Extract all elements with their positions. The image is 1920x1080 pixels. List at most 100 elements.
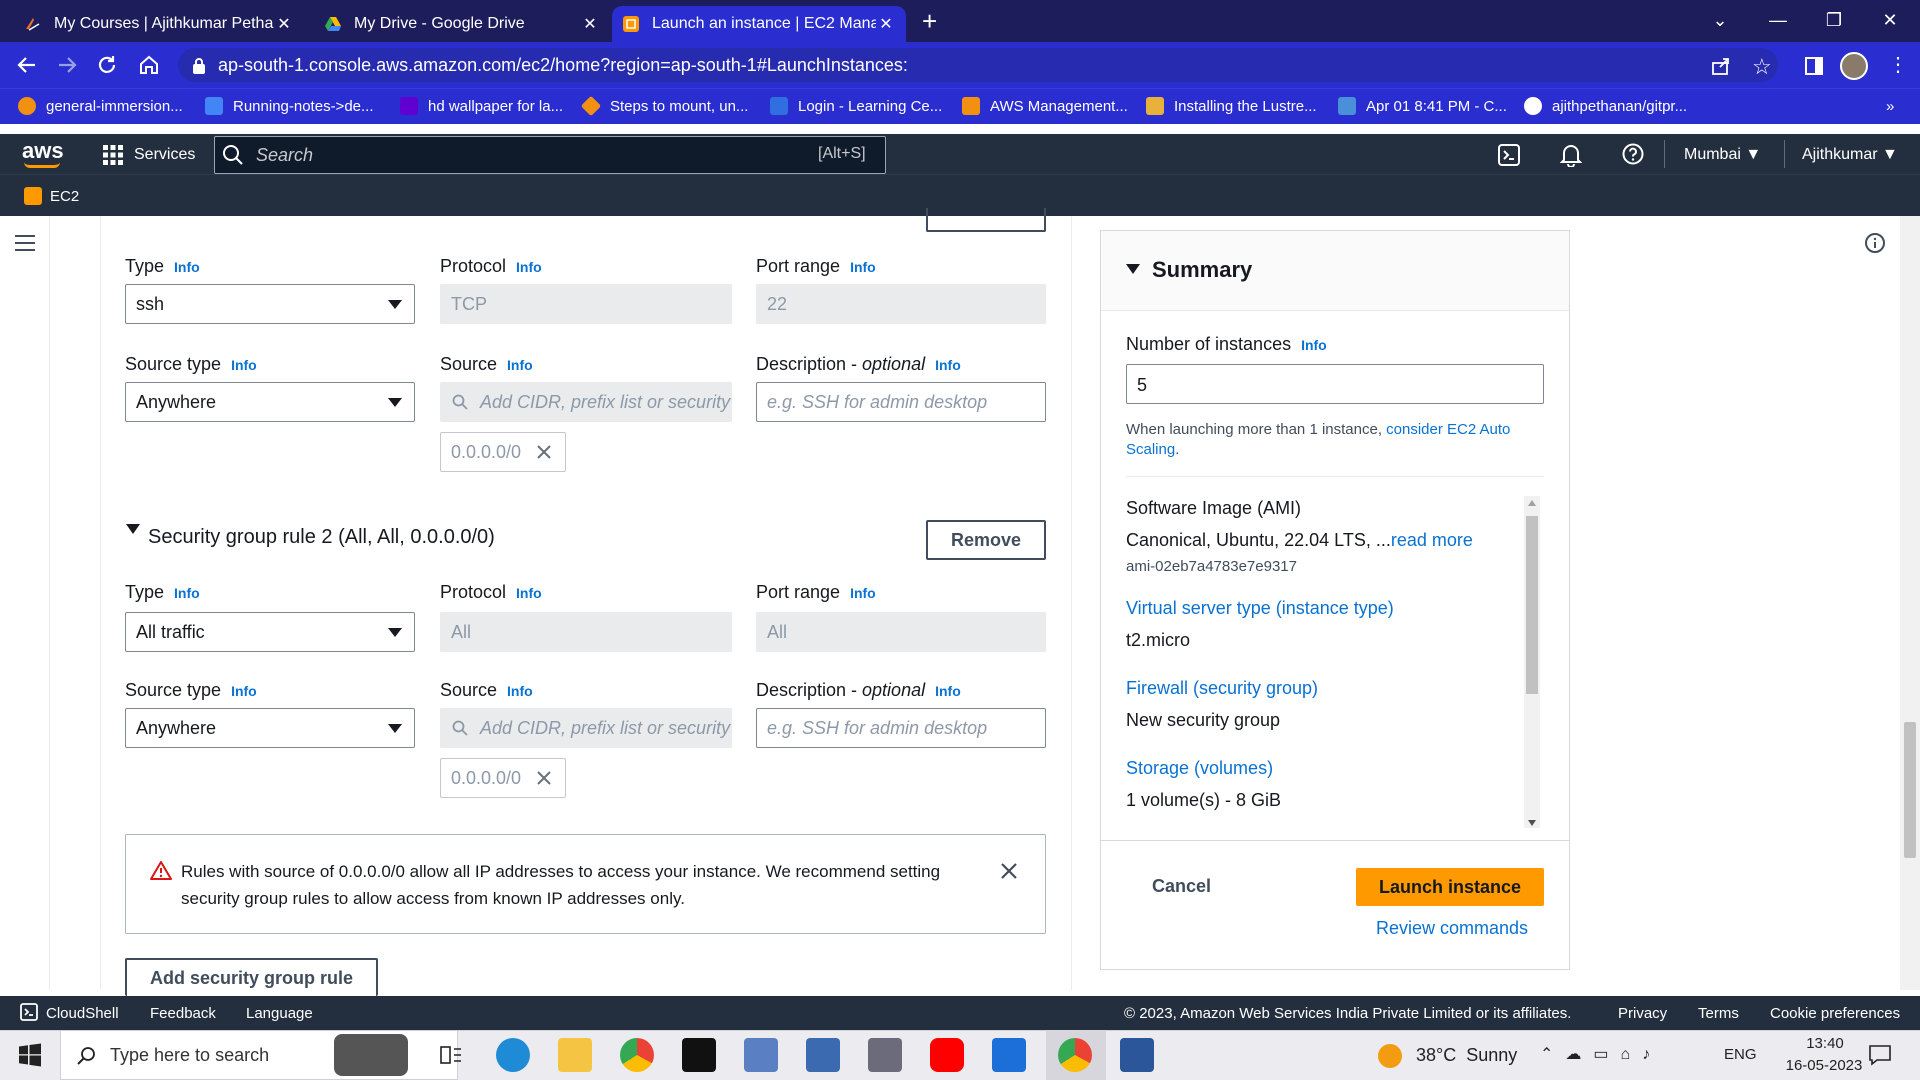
app-icon[interactable] xyxy=(868,1038,902,1072)
services-menu[interactable]: Services xyxy=(134,146,195,164)
side-panel-icon[interactable] xyxy=(1804,56,1824,76)
edge-icon[interactable] xyxy=(496,1038,530,1072)
store-icon[interactable] xyxy=(992,1038,1026,1072)
file-explorer-icon[interactable] xyxy=(558,1038,592,1072)
read-more-link[interactable]: read more xyxy=(1391,530,1473,550)
info-link[interactable]: Info xyxy=(935,683,961,699)
clock-time[interactable]: 13:40 xyxy=(1790,1035,1860,1052)
caret-down-icon[interactable] xyxy=(126,524,140,534)
remove-button-rule1[interactable] xyxy=(926,208,1046,232)
bookmark-item[interactable]: hd wallpaper for la... xyxy=(400,94,563,118)
source-type-select[interactable]: Anywhere xyxy=(125,708,415,748)
description-input[interactable]: e.g. SSH for admin desktop xyxy=(756,382,1046,422)
close-window-button[interactable]: ✕ xyxy=(1862,0,1918,40)
summary-scrollbar-thumb[interactable] xyxy=(1526,516,1538,694)
ec2-service-link[interactable]: EC2 xyxy=(50,188,79,205)
caret-down-icon[interactable] xyxy=(1126,264,1140,274)
close-icon[interactable] xyxy=(536,770,552,786)
remove-button[interactable]: Remove xyxy=(926,520,1046,560)
network-app-icon[interactable] xyxy=(744,1038,778,1072)
aws-search-input[interactable] xyxy=(214,136,886,174)
feedback-link[interactable]: Feedback xyxy=(150,1005,216,1022)
close-icon[interactable] xyxy=(1000,862,1018,880)
reload-icon[interactable] xyxy=(92,50,122,80)
add-security-group-rule-button[interactable]: Add security group rule xyxy=(125,958,378,996)
cloudshell-icon[interactable] xyxy=(20,1003,38,1021)
tab-my-courses[interactable]: My Courses | Ajithkumar Pethana ✕ xyxy=(14,6,304,42)
source-input[interactable]: Add CIDR, prefix list or security xyxy=(440,708,732,748)
tray-icons[interactable]: ⌃☁▭⌂♪ xyxy=(1540,1044,1662,1064)
services-grid-icon[interactable] xyxy=(102,144,124,166)
launch-instance-button[interactable]: Launch instance xyxy=(1356,868,1544,906)
bookmark-item[interactable]: general-immersion... xyxy=(18,94,183,118)
storage-link[interactable]: Storage (volumes) xyxy=(1126,758,1273,779)
page-scrollbar-thumb[interactable] xyxy=(1904,722,1916,858)
instance-type-link[interactable]: Virtual server type (instance type) xyxy=(1126,598,1394,619)
tab-search-icon[interactable]: ⌄ xyxy=(1692,0,1748,40)
tab-launch-instance[interactable]: Launch an instance | EC2 Manage ✕ xyxy=(612,6,906,42)
info-link[interactable]: Info xyxy=(231,357,257,373)
info-link[interactable]: Info xyxy=(507,357,533,373)
close-icon[interactable]: ✕ xyxy=(274,14,294,34)
bookmark-star-icon[interactable]: ☆ xyxy=(1752,54,1772,80)
close-icon[interactable] xyxy=(536,444,552,460)
windows-start-icon[interactable] xyxy=(18,1043,42,1067)
terms-link[interactable]: Terms xyxy=(1698,1005,1739,1022)
bookmark-item[interactable]: Login - Learning Ce... xyxy=(770,94,942,118)
avatar[interactable] xyxy=(1840,52,1868,80)
url-text[interactable]: ap-south-1.console.aws.amazon.com/ec2/ho… xyxy=(218,55,908,76)
info-link[interactable]: Info xyxy=(174,259,200,275)
chrome-icon[interactable] xyxy=(1058,1038,1092,1072)
close-icon[interactable]: ✕ xyxy=(580,14,600,34)
bookmark-item[interactable]: AWS Management... xyxy=(962,94,1128,118)
scroll-up-icon[interactable] xyxy=(1528,500,1536,506)
region-selector[interactable]: Mumbai ▼ xyxy=(1684,146,1761,164)
scroll-down-icon[interactable] xyxy=(1528,820,1536,826)
chrome-icon[interactable] xyxy=(620,1038,654,1072)
task-view-icon[interactable] xyxy=(440,1045,462,1065)
cancel-button[interactable]: Cancel xyxy=(1152,876,1211,897)
cloudshell-link[interactable]: CloudShell xyxy=(46,1005,119,1022)
description-input[interactable]: e.g. SSH for admin desktop xyxy=(756,708,1046,748)
info-link[interactable]: Info xyxy=(850,585,876,601)
ami-link[interactable]: Software Image (AMI) xyxy=(1126,498,1301,519)
info-circle-icon[interactable] xyxy=(1864,232,1886,254)
bookmark-item[interactable]: Steps to mount, un... xyxy=(580,94,748,118)
netflix-icon[interactable] xyxy=(682,1038,716,1072)
language-link[interactable]: Language xyxy=(246,1005,313,1022)
notification-center-icon[interactable] xyxy=(1868,1044,1892,1066)
close-icon[interactable]: ✕ xyxy=(876,14,896,34)
lock-icon[interactable] xyxy=(192,57,206,75)
minimize-button[interactable]: — xyxy=(1750,0,1806,40)
info-link[interactable]: Info xyxy=(507,683,533,699)
info-link[interactable]: Info xyxy=(516,585,542,601)
cloudshell-icon[interactable] xyxy=(1498,144,1520,166)
info-link[interactable]: Info xyxy=(516,259,542,275)
language-indicator[interactable]: ENG xyxy=(1724,1046,1757,1063)
help-icon[interactable] xyxy=(1622,143,1644,165)
new-tab-button[interactable]: + xyxy=(922,8,937,34)
privacy-link[interactable]: Privacy xyxy=(1618,1005,1667,1022)
notifications-bell-icon[interactable] xyxy=(1560,143,1582,167)
home-icon[interactable] xyxy=(134,50,164,80)
word-icon[interactable] xyxy=(1120,1038,1154,1072)
forward-icon[interactable] xyxy=(52,50,82,80)
info-link[interactable]: Info xyxy=(174,585,200,601)
bookmark-item[interactable]: ajithpethanan/gitpr... xyxy=(1524,94,1687,118)
youtube-icon[interactable] xyxy=(930,1038,964,1072)
clock-date[interactable]: 16-05-2023 xyxy=(1776,1057,1872,1074)
maximize-button[interactable]: ❐ xyxy=(1806,0,1862,40)
weather-text[interactable]: 38°C Sunny xyxy=(1416,1045,1517,1066)
tab-google-drive[interactable]: My Drive - Google Drive ✕ xyxy=(314,6,610,42)
bookmark-item[interactable]: Apr 01 8:41 PM - C... xyxy=(1338,94,1507,118)
aws-logo[interactable]: aws xyxy=(22,138,64,164)
type-select[interactable]: All traffic xyxy=(125,612,415,652)
more-bookmarks-button[interactable]: » xyxy=(1886,94,1894,118)
bookmark-item[interactable]: Running-notes->de... xyxy=(205,94,374,118)
menu-dots-icon[interactable]: ⋮ xyxy=(1888,52,1908,77)
review-commands-link[interactable]: Review commands xyxy=(1376,918,1528,939)
info-link[interactable]: Info xyxy=(935,357,961,373)
hamburger-menu-icon[interactable] xyxy=(14,234,36,252)
number-of-instances-input[interactable]: 5 xyxy=(1126,364,1544,404)
remote-desktop-icon[interactable] xyxy=(806,1038,840,1072)
